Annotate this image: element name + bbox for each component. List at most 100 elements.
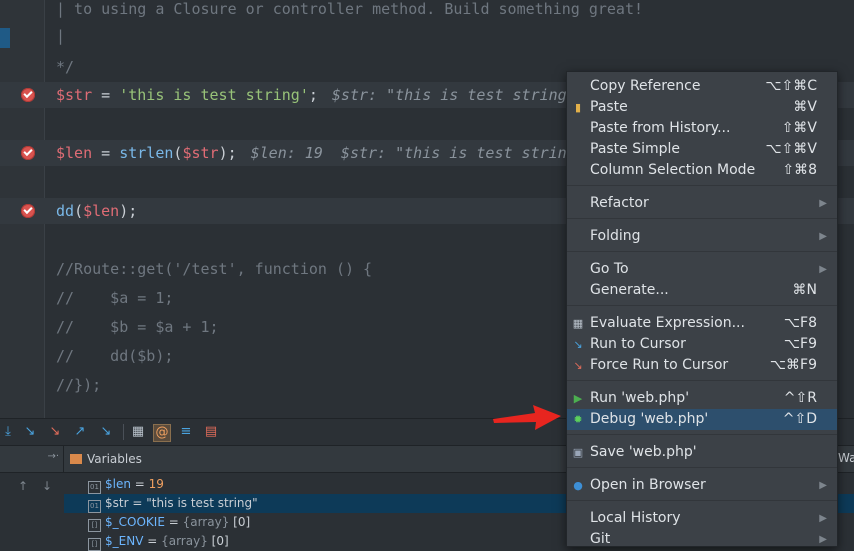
pin-arrow-icon[interactable]: →· bbox=[47, 451, 59, 462]
watches-label: Wa bbox=[838, 451, 854, 465]
code-function: strlen bbox=[119, 144, 174, 162]
code-punct: ; bbox=[308, 86, 318, 104]
code-comment-line: | to using a Closure or controller metho… bbox=[56, 0, 643, 18]
menu-item-shortcut: ^⇧D bbox=[782, 411, 817, 427]
menu-item-evaluate-expression[interactable]: ▦ Evaluate Expression... ⌥F8 bbox=[567, 313, 837, 334]
code-punct: ); bbox=[218, 144, 237, 162]
menu-item-save[interactable]: ▣ Save 'web.php' bbox=[567, 442, 837, 463]
menu-separator bbox=[567, 467, 837, 468]
menu-separator bbox=[567, 305, 837, 306]
menu-item-label: Go To bbox=[590, 261, 629, 277]
code-comment-line: // $b = $a + 1; bbox=[56, 318, 219, 336]
menu-item-refactor[interactable]: Refactor ▶ bbox=[567, 193, 837, 214]
code-comment-line: // $a = 1; bbox=[56, 289, 174, 307]
menu-item-label: Paste bbox=[590, 99, 628, 115]
menu-item-copy-reference[interactable]: Copy Reference ⌥⇧⌘C bbox=[567, 76, 837, 97]
menu-item-run[interactable]: ▶ Run 'web.php' ^⇧R bbox=[567, 388, 837, 409]
annotation-arrow-icon bbox=[493, 405, 561, 430]
submenu-arrow-icon: ▶ bbox=[819, 264, 827, 275]
variable-name: $_COOKIE bbox=[105, 515, 165, 529]
menu-item-shortcut: ⌘N bbox=[792, 282, 817, 298]
watches-tab[interactable]: Wa bbox=[836, 446, 854, 472]
code-punct: ); bbox=[119, 202, 138, 220]
php-settings-icon[interactable]: @ bbox=[153, 424, 171, 442]
menu-item-shortcut: ⌥⇧⌘V bbox=[765, 141, 817, 157]
variable-type: {array} bbox=[161, 534, 208, 548]
breakpoint-icon[interactable] bbox=[21, 146, 35, 160]
array-icon: [] bbox=[88, 519, 101, 532]
frames-header: →· bbox=[0, 446, 64, 473]
save-file-icon: ▣ bbox=[572, 446, 584, 459]
menu-item-shortcut: ⌥F8 bbox=[783, 315, 817, 331]
debug-bug-icon: ✹ bbox=[573, 413, 583, 426]
variable-value: [0] bbox=[211, 534, 229, 548]
menu-item-label: Paste from History... bbox=[590, 120, 731, 136]
menu-item-local-history[interactable]: Local History ▶ bbox=[567, 508, 837, 529]
step-out-icon[interactable]: ↗ bbox=[72, 424, 88, 440]
code-comment-line: //}); bbox=[56, 376, 102, 394]
code-comment-line: //Route::get('/test', function () { bbox=[56, 260, 373, 278]
paste-icon: ▮ bbox=[574, 101, 582, 114]
menu-item-label: Run 'web.php' bbox=[590, 390, 690, 406]
force-run-to-cursor-icon: ↘ bbox=[573, 359, 583, 372]
menu-item-shortcut: ⌘V bbox=[793, 99, 817, 115]
frame-down-icon[interactable]: ↓ bbox=[42, 479, 52, 493]
run-to-cursor-icon[interactable]: ↘ bbox=[98, 424, 114, 440]
menu-item-shortcut: ^⇧R bbox=[783, 390, 817, 406]
menu-item-column-selection-mode[interactable]: Column Selection Mode ⇧⌘8 bbox=[567, 160, 837, 181]
menu-item-folding[interactable]: Folding ▶ bbox=[567, 226, 837, 247]
submenu-arrow-icon: ▶ bbox=[819, 480, 827, 491]
menu-item-label: Paste Simple bbox=[590, 141, 681, 157]
breakpoint-icon[interactable] bbox=[21, 88, 35, 102]
menu-separator bbox=[567, 500, 837, 501]
menu-item-debug[interactable]: ✹ Debug 'web.php' ^⇧D bbox=[567, 409, 837, 430]
inline-debug-value: $str: "this is test string" bbox=[331, 86, 576, 104]
menu-separator bbox=[567, 251, 837, 252]
variable-value: [0] bbox=[233, 515, 251, 529]
breakpoint-icon[interactable] bbox=[21, 204, 35, 218]
step-over-icon[interactable]: ↘ bbox=[22, 424, 38, 440]
menu-item-shortcut: ⌥⇧⌘C bbox=[765, 78, 817, 94]
frames-icon[interactable]: ≡ bbox=[178, 424, 194, 440]
menu-item-label: Debug 'web.php' bbox=[590, 411, 709, 427]
frame-up-icon[interactable]: ↑ bbox=[18, 479, 28, 493]
menu-item-label: Copy Reference bbox=[590, 78, 701, 94]
menu-item-go-to[interactable]: Go To ▶ bbox=[567, 259, 837, 280]
menu-item-open-in-browser[interactable]: ● Open in Browser ▶ bbox=[567, 475, 837, 496]
menu-item-label: Open in Browser bbox=[590, 477, 706, 493]
code-variable: $len bbox=[56, 144, 93, 162]
code-variable: $len bbox=[83, 202, 120, 220]
menu-item-force-run-to-cursor[interactable]: ↘ Force Run to Cursor ⌥⌘F9 bbox=[567, 355, 837, 376]
menu-separator bbox=[567, 380, 837, 381]
submenu-arrow-icon: ▶ bbox=[819, 198, 827, 209]
menu-item-label: Folding bbox=[590, 228, 641, 244]
menu-item-shortcut: ⌥F9 bbox=[783, 336, 817, 352]
toolbar-divider bbox=[123, 424, 124, 440]
menu-item-shortcut: ⇧⌘8 bbox=[782, 162, 817, 178]
inline-debug-value: $len: 19 $str: "this is test string" bbox=[250, 144, 585, 162]
variable-type: {array} bbox=[182, 515, 230, 529]
menu-item-label: Local History bbox=[590, 510, 681, 526]
menu-item-run-to-cursor[interactable]: ↘ Run to Cursor ⌥F9 bbox=[567, 334, 837, 355]
menu-item-paste[interactable]: ▮ Paste ⌘V bbox=[567, 97, 837, 118]
menu-item-paste-simple[interactable]: Paste Simple ⌥⇧⌘V bbox=[567, 139, 837, 160]
variable-name: $len bbox=[105, 477, 131, 491]
variables-title: Variables bbox=[87, 452, 142, 466]
variable-eq: = bbox=[130, 477, 149, 491]
code-function: dd bbox=[56, 202, 75, 220]
menu-item-shortcut: ⇧⌘V bbox=[781, 120, 817, 136]
variable-name: $_ENV bbox=[105, 534, 144, 548]
menu-item-git[interactable]: Git ▶ bbox=[567, 529, 837, 550]
code-punct: ( bbox=[74, 202, 84, 220]
menu-item-generate[interactable]: Generate... ⌘N bbox=[567, 280, 837, 301]
code-line: $str = 'this is test string'; $str: "this… bbox=[56, 86, 576, 104]
evaluate-expression-icon[interactable]: ▦ bbox=[130, 424, 146, 440]
code-variable: $str bbox=[56, 86, 93, 104]
clipboard-icon[interactable]: ▤ bbox=[203, 424, 219, 440]
force-step-into-icon[interactable]: ↘ bbox=[47, 424, 63, 440]
menu-separator bbox=[567, 434, 837, 435]
menu-item-paste-from-history[interactable]: Paste from History... ⇧⌘V bbox=[567, 118, 837, 139]
variable-name: $str bbox=[105, 496, 129, 510]
code-operator: = bbox=[92, 144, 120, 162]
show-execution-point-icon[interactable]: ⤓ bbox=[0, 424, 16, 440]
